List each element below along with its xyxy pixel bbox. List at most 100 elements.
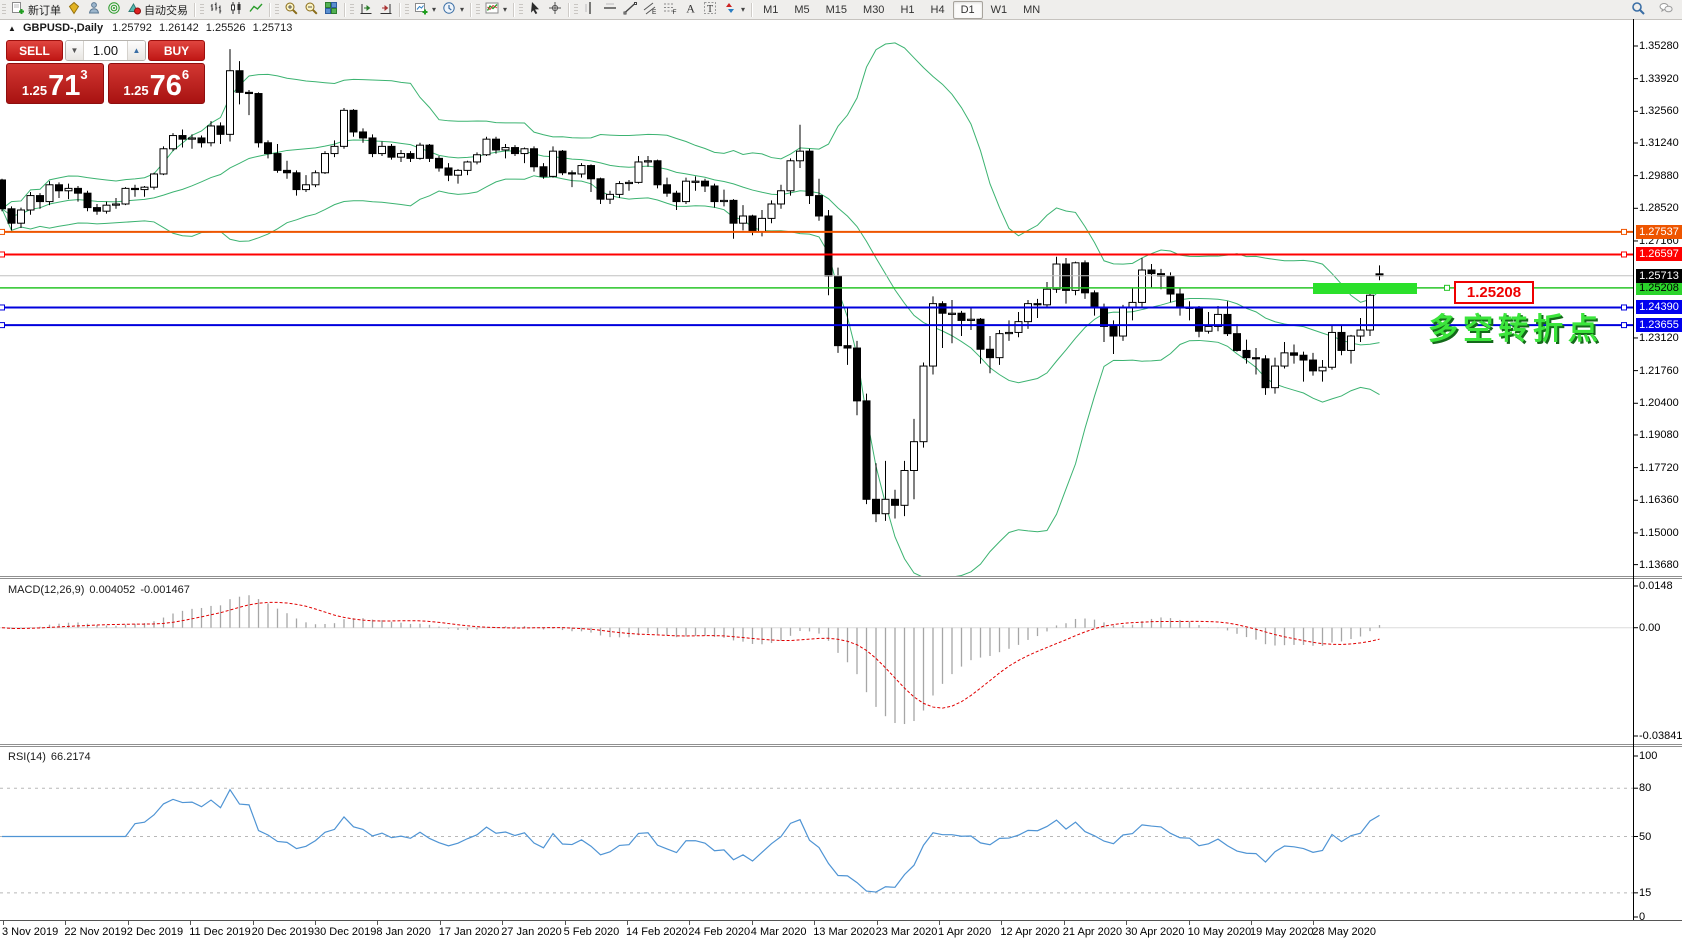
bullish-candle: [949, 313, 956, 314]
line-anchor-handle[interactable]: [0, 323, 5, 328]
bearish-candle: [854, 348, 861, 401]
time-axis-label: 3 Nov 2019: [2, 926, 58, 938]
support-highlight-bar[interactable]: [1313, 283, 1417, 294]
sell-price-tile[interactable]: 1.25713: [6, 63, 104, 104]
bullish-candle: [379, 146, 386, 153]
bearish-candle: [84, 193, 91, 207]
cn-annotation-text[interactable]: 多空转折点: [1428, 304, 1603, 348]
time-axis-label: 27 Jan 2020: [501, 926, 562, 938]
bearish-candle: [588, 166, 595, 179]
bearish-candle: [75, 188, 82, 193]
line-anchor-handle[interactable]: [0, 229, 5, 234]
time-axis-label: 5 Feb 2020: [564, 926, 620, 938]
bullish-candle: [607, 194, 614, 199]
line-anchor-handle[interactable]: [0, 252, 5, 257]
macd-axis-tick: -0.038415: [1639, 730, 1682, 742]
bullish-candle: [227, 71, 234, 135]
bearish-candle: [426, 145, 433, 158]
price-callout-label[interactable]: 1.25208: [1454, 281, 1534, 304]
one-click-trading-panel: SELL ▼ 1.00 ▲ BUY 1.25713 1.25766: [6, 40, 205, 104]
level-price-badge: 1.24390: [1636, 300, 1682, 314]
time-axis-tick: [253, 921, 254, 925]
macd-label: MACD(12,26,9)0.004052-0.001467: [8, 584, 195, 596]
bullish-candle: [920, 366, 927, 442]
rsi-panel[interactable]: [0, 788, 1633, 893]
bearish-candle: [350, 110, 357, 132]
volume-increase-button[interactable]: ▲: [127, 41, 145, 60]
buy-price-prefix: 1.25: [123, 81, 148, 101]
time-axis-label: 2 Dec 2019: [127, 926, 183, 938]
time-axis-label: 28 May 2020: [1312, 926, 1376, 938]
bullish-candle: [882, 499, 889, 513]
bullish-candle: [787, 161, 794, 191]
line-anchor-handle[interactable]: [0, 305, 5, 310]
time-axis-tick: [565, 921, 566, 925]
bullish-candle: [341, 110, 348, 146]
bearish-candle: [1196, 308, 1203, 331]
bearish-candle: [816, 196, 823, 216]
bearish-candle: [360, 132, 367, 138]
bearish-candle: [1101, 307, 1108, 326]
bearish-candle: [958, 313, 965, 320]
time-axis-label: 19 May 2020: [1250, 926, 1314, 938]
buy-price-pip: 6: [182, 67, 189, 82]
macd-panel[interactable]: [0, 595, 1633, 724]
bullish-candle: [645, 161, 652, 162]
price-axis-tick: 1.21760: [1639, 365, 1679, 377]
bullish-candle: [759, 218, 766, 231]
time-axis-tick: [752, 921, 753, 925]
bearish-candle: [1291, 353, 1298, 355]
bullish-candle: [930, 304, 937, 366]
line-anchor-handle[interactable]: [1622, 305, 1627, 310]
volume-input[interactable]: 1.00: [84, 41, 127, 60]
bullish-candle: [1025, 304, 1032, 322]
line-anchor-handle[interactable]: [1622, 229, 1627, 234]
rsi-axis-tick: 80: [1639, 782, 1651, 794]
buy-price-tile[interactable]: 1.25766: [108, 63, 206, 104]
main-price-panel[interactable]: [0, 43, 1633, 578]
bullish-candle: [578, 166, 585, 174]
time-axis-label: 8 Jan 2020: [376, 926, 430, 938]
time-axis-tick: [1126, 921, 1127, 925]
bearish-candle: [531, 149, 538, 167]
line-anchor-handle[interactable]: [1445, 285, 1450, 290]
level-price-badge: 1.27537: [1636, 225, 1682, 239]
time-axis-label: 22 Nov 2019: [64, 926, 126, 938]
bearish-candle: [749, 216, 756, 232]
rsi-axis-tick: 50: [1639, 831, 1651, 843]
time-axis-label: 1 Apr 2020: [938, 926, 991, 938]
bearish-candle: [445, 168, 452, 175]
time-axis-tick: [377, 921, 378, 925]
bearish-candle: [835, 276, 842, 346]
ohlc-close: 1.25713: [253, 22, 293, 34]
line-anchor-handle[interactable]: [1622, 252, 1627, 257]
volume-decrease-button[interactable]: ▼: [66, 41, 84, 60]
bearish-candle: [274, 154, 281, 171]
time-axis-label: 21 Apr 2020: [1063, 926, 1122, 938]
price-axis-tick: 1.28520: [1639, 202, 1679, 214]
price-axis-tick: 1.13680: [1639, 559, 1679, 571]
bearish-candle: [977, 319, 984, 349]
time-axis-label: 4 Mar 2020: [751, 926, 807, 938]
line-anchor-handle[interactable]: [1622, 323, 1627, 328]
bullish-candle: [398, 154, 405, 158]
sell-button[interactable]: SELL: [6, 40, 63, 61]
bullish-candle: [483, 139, 490, 155]
time-axis-label: 30 Apr 2020: [1125, 926, 1184, 938]
bearish-candle: [407, 154, 414, 159]
bullish-candle: [27, 196, 34, 210]
bullish-candle: [1139, 270, 1146, 302]
bullish-candle: [303, 185, 310, 190]
bearish-candle: [1234, 334, 1241, 351]
buy-button[interactable]: BUY: [148, 40, 205, 61]
bearish-candle: [1063, 264, 1070, 290]
bearish-candle: [711, 186, 718, 202]
bearish-candle: [673, 193, 680, 201]
bearish-candle: [664, 185, 671, 193]
bullish-candle: [768, 204, 775, 218]
price-axis-tick: 1.29880: [1639, 170, 1679, 182]
collapse-marker[interactable]: ▲: [8, 24, 16, 33]
chart-plot-area[interactable]: [0, 0, 1682, 922]
time-axis-label: 17 Jan 2020: [439, 926, 500, 938]
bullish-candle: [1348, 336, 1355, 350]
